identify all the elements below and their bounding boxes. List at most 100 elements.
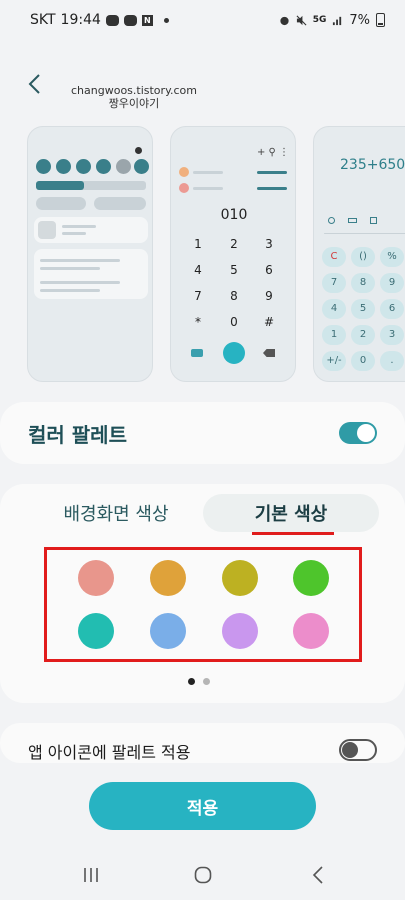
app-icons-palette-label: 앱 아이콘에 팔레트 적용: [28, 743, 191, 762]
contact-line-1: [193, 171, 223, 174]
dialed-number: 010: [220, 207, 248, 223]
color-swatch-blue[interactable]: [150, 613, 186, 649]
calc-key: 7: [322, 273, 346, 293]
settings-icon: [135, 147, 142, 154]
color-swatch-orange[interactable]: [150, 560, 186, 596]
call-icon: [223, 342, 245, 364]
dial-key: 2: [230, 237, 238, 251]
back-button[interactable]: [22, 72, 46, 96]
calc-key: +/-: [322, 351, 346, 371]
calc-key: .: [380, 351, 404, 371]
contact-avatar-1: [179, 167, 189, 177]
calc-divider: [324, 233, 405, 234]
backspace-icon: [263, 349, 275, 357]
tab-basic-colors[interactable]: 기본 색상: [203, 494, 379, 532]
preview-dialer: + ⚲ ⋮ 010 1 2 3 4 5 6 7 8 9 * 0 #: [170, 126, 296, 382]
ruler-icon: [348, 218, 357, 223]
app-icons-palette-row[interactable]: 앱 아이콘에 팔레트 적용: [0, 723, 405, 763]
status-bar: SKT 19:44 N 5G 7%: [0, 0, 405, 40]
network-type: 5G: [312, 15, 327, 25]
battery-percent: 7%: [349, 12, 370, 28]
recent-apps-icon: [84, 868, 98, 882]
contact-call-1: [257, 171, 287, 174]
time-text: 19:44: [60, 12, 101, 28]
recent-apps-button[interactable]: [76, 862, 106, 888]
app-icons-palette-toggle[interactable]: [339, 739, 377, 761]
more-notifications-icon: [163, 17, 169, 23]
airplane-icon: [116, 159, 131, 174]
dial-key: 3: [265, 237, 273, 251]
calc-key: 5: [351, 299, 375, 319]
dialer-toolbar: + ⚲ ⋮: [257, 147, 290, 158]
back-icon: [312, 866, 323, 884]
color-swatch-green[interactable]: [293, 560, 329, 596]
chevron-left-icon: [28, 74, 40, 94]
media-output-pill: [94, 197, 146, 210]
calc-key: C: [322, 247, 346, 267]
carrier-text: SKT: [30, 12, 56, 28]
sound-icon: [56, 159, 71, 174]
contact-avatar-2: [179, 183, 189, 193]
brightness-fill: [36, 181, 84, 190]
tab-wallpaper-colors[interactable]: 배경화면 색상: [28, 494, 204, 532]
calc-key: 2: [351, 325, 375, 345]
dial-key: *: [195, 315, 201, 329]
message-icon: [123, 14, 137, 26]
color-palette-row[interactable]: 컬러 팔레트: [0, 402, 405, 464]
bluetooth-icon: [76, 159, 91, 174]
tab-highlight-underline: [252, 532, 334, 535]
color-swatch-teal[interactable]: [78, 613, 114, 649]
color-tabs: 배경화면 색상 기본 색상: [28, 494, 380, 534]
toggle-knob: [357, 424, 375, 442]
media-box: [34, 217, 148, 243]
color-swatch-lavender[interactable]: [222, 613, 258, 649]
dial-key: 6: [265, 263, 273, 277]
mute-icon: [296, 15, 307, 25]
toggle-knob: [342, 742, 358, 758]
calc-key: 0: [351, 351, 375, 371]
calc-key: 6: [380, 299, 404, 319]
history-icon: [328, 217, 335, 224]
calc-key: %: [380, 247, 404, 267]
swatch-highlight-box: [44, 547, 362, 662]
color-palette-label: 컬러 팔레트: [28, 422, 127, 447]
preview-calculator: 235+650+ C () % 7 8 9 4 5 6 1 2 3 +/- 0 …: [313, 126, 405, 382]
navigation-bar: [0, 850, 405, 900]
device-control-pill: [36, 197, 86, 210]
dial-key: 5: [230, 263, 238, 277]
calc-key: 4: [322, 299, 346, 319]
watermark-line2: 짱우이야기: [108, 97, 160, 110]
calc-key: (): [351, 247, 375, 267]
apply-button[interactable]: 적용: [89, 782, 316, 830]
alarm-icon: [280, 16, 289, 25]
battery-icon: [376, 13, 385, 27]
dial-key: #: [263, 315, 275, 329]
watermark-line1: changwoos.tistory.com: [71, 84, 197, 97]
dial-key: 9: [265, 289, 273, 303]
back-nav-button[interactable]: [303, 862, 333, 888]
color-swatch-olive[interactable]: [222, 560, 258, 596]
page-indicator: [188, 678, 210, 685]
signal-icon: [333, 16, 342, 25]
contact-line-2: [193, 187, 223, 190]
color-palette-toggle[interactable]: [339, 422, 377, 444]
rotate-icon: [96, 159, 111, 174]
calc-key: 1: [322, 325, 346, 345]
color-swatch-salmon[interactable]: [78, 560, 114, 596]
preview-carousel[interactable]: + ⚲ ⋮ 010 1 2 3 4 5 6 7 8 9 * 0 # 235+65…: [0, 126, 405, 382]
calc-key: 9: [380, 273, 404, 293]
chat-icon: [105, 14, 119, 26]
calc-key: 3: [380, 325, 404, 345]
home-button[interactable]: [188, 862, 218, 888]
home-icon: [194, 866, 212, 884]
flashlight-icon: [134, 159, 149, 174]
page-dot-active: [188, 678, 195, 685]
scientific-icon: [370, 217, 377, 224]
watermark: changwoos.tistory.com 짱우이야기: [70, 84, 198, 110]
dial-key: 1: [194, 237, 202, 251]
color-swatch-pink[interactable]: [293, 613, 329, 649]
contact-call-2: [257, 187, 287, 190]
page-dot: [203, 678, 210, 685]
dial-key: 7: [194, 289, 202, 303]
dial-key: 0: [230, 315, 238, 329]
